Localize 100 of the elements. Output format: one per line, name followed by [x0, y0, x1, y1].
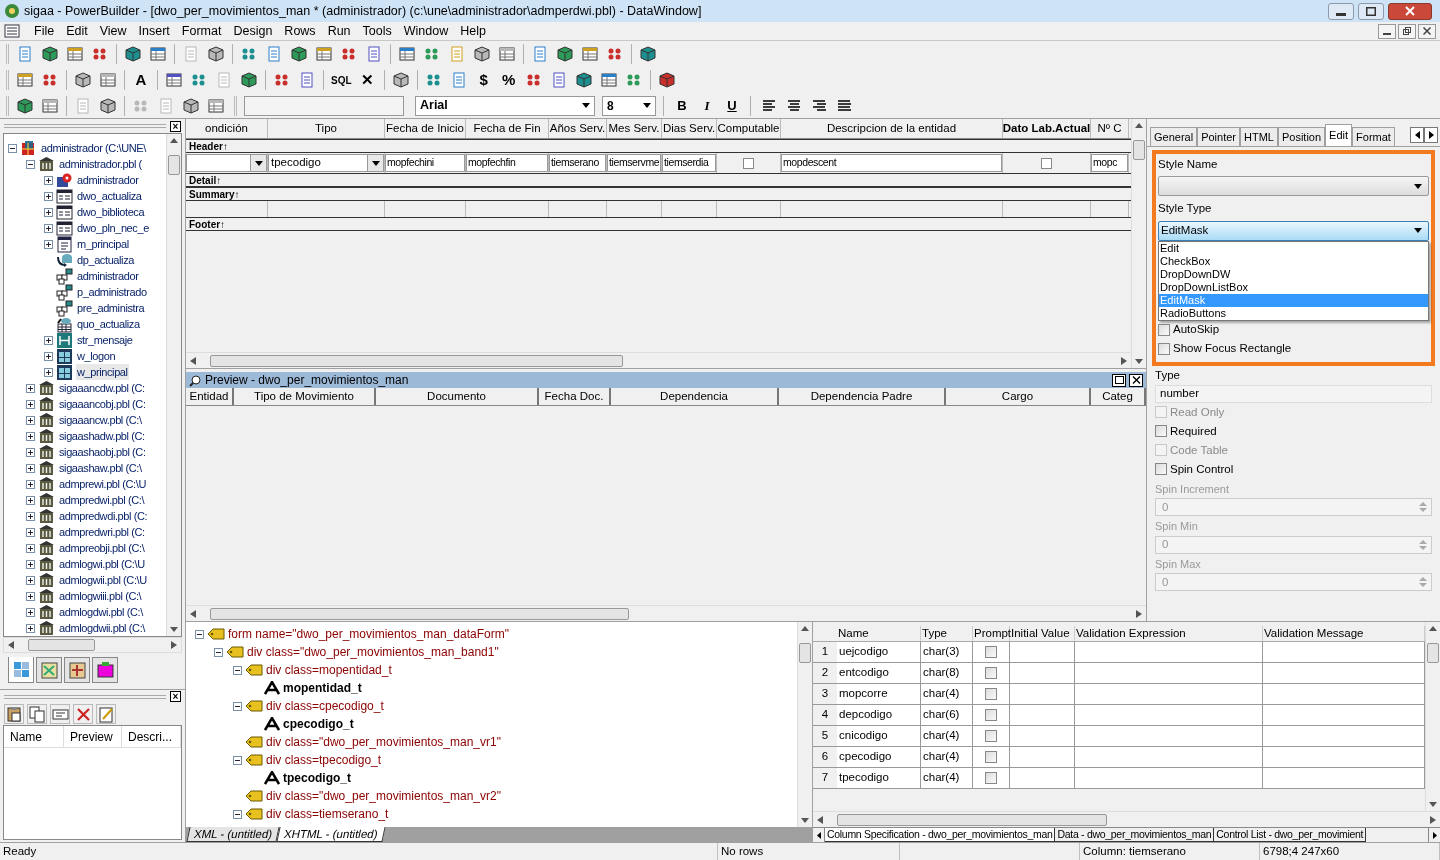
tree-item[interactable]: m_principal: [76, 235, 130, 253]
style-button[interactable]: I: [696, 94, 718, 117]
menu-item[interactable]: Run: [321, 21, 357, 41]
tab[interactable]: XML - (untitled): [186, 827, 280, 842]
tab[interactable]: Edit: [1325, 124, 1353, 146]
tree-item[interactable]: admpredwdi.pbl (C:: [58, 507, 149, 525]
tree-item[interactable]: admlogwiii.pbl (C:\: [58, 587, 143, 605]
xml-node[interactable]: form name="dwo_per_movimientos_man_dataForm": [228, 625, 509, 643]
tab[interactable]: Column Specification - dwo_per_movimientos_man: [825, 828, 1056, 842]
tree-item[interactable]: admlogdwi.pbl (C:\: [58, 603, 144, 621]
tab[interactable]: General: [1150, 127, 1198, 146]
tree-item[interactable]: admlogwii.pbl (C:\U: [58, 571, 148, 589]
tree-item[interactable]: admlogdwii.pbl (C:\: [58, 619, 146, 636]
column-label: Años Serv.: [549, 120, 606, 136]
tree-item[interactable]: admpredwri.pbl (C:: [58, 523, 146, 541]
style-button[interactable]: B: [671, 94, 693, 117]
column-header[interactable]: Type: [921, 626, 973, 641]
dropdown-option[interactable]: RadioButtons: [1159, 306, 1428, 320]
tab[interactable]: Position: [1277, 127, 1326, 146]
tree-item[interactable]: dwo_biblioteca: [76, 203, 146, 221]
tree-item[interactable]: admlogwi.pbl (C:\U: [58, 555, 146, 573]
tree-item[interactable]: dwo_pln_nec_e: [76, 219, 150, 237]
column-header[interactable]: Name: [837, 626, 921, 641]
tree-item[interactable]: w_logon: [76, 347, 117, 365]
type-field[interactable]: number: [1155, 384, 1432, 403]
toolbar-button[interactable]: %: [497, 69, 520, 91]
font-dropdown[interactable]: Arial: [415, 95, 595, 116]
dropdown-option[interactable]: DropDownListBox: [1159, 280, 1428, 294]
menu-item[interactable]: Tools: [356, 21, 398, 41]
menu-item[interactable]: Format: [175, 21, 228, 41]
tab[interactable]: XHTML - (untitled): [276, 827, 386, 842]
tree-item[interactable]: administrador: [76, 171, 140, 189]
xml-node[interactable]: div class=tiemserano_t: [266, 805, 389, 823]
tree-item[interactable]: dwo_actualiza: [76, 187, 143, 205]
xml-node[interactable]: tpecodigo_t: [283, 769, 351, 787]
toolbar-button[interactable]: $: [472, 69, 495, 91]
style-button[interactable]: U: [721, 94, 743, 117]
xml-node[interactable]: div class=cpecodigo_t: [266, 697, 384, 715]
tab[interactable]: HTML: [1240, 127, 1278, 146]
tree-item[interactable]: str_mensaje: [76, 331, 134, 349]
xml-node[interactable]: mopentidad_t: [283, 679, 362, 697]
band-label[interactable]: Detail↑: [189, 172, 222, 188]
dropdown-option[interactable]: CheckBox: [1159, 254, 1428, 268]
preview-title: Preview - dwo_per_movimientos_man: [205, 372, 410, 389]
column-header[interactable]: Prompt: [973, 626, 1010, 641]
tree-item[interactable]: administrador: [76, 267, 140, 285]
tree-item[interactable]: p_administrado: [76, 283, 148, 301]
dropdown-option[interactable]: Edit: [1159, 241, 1428, 255]
xml-node[interactable]: cpecodigo_t: [283, 715, 354, 733]
dropdown-option[interactable]: DropDownDW: [1159, 267, 1428, 281]
toolbar-button[interactable]: SQL: [329, 69, 354, 91]
tab[interactable]: Control List - dwo_per_movimient: [1214, 828, 1367, 842]
xml-node[interactable]: div class="dwo_per_movimientos_man_vr2": [266, 787, 501, 805]
row-number: 4: [820, 707, 830, 723]
xml-node[interactable]: div class=mopentidad_t: [266, 661, 392, 679]
tree-item[interactable]: sigaashaobj.pbl (C:: [58, 443, 147, 461]
menu-item[interactable]: Insert: [132, 21, 176, 41]
column-label: Dias Serv.: [662, 120, 716, 136]
tree-item[interactable]: admpreobji.pbl (C:\: [58, 539, 146, 557]
table-cell: char(6): [921, 705, 973, 725]
close-button[interactable]: ×: [170, 691, 181, 702]
size-dropdown[interactable]: 8: [602, 95, 656, 116]
tree-item[interactable]: sigaashaw.pbl (C:\: [58, 459, 143, 477]
menu-item[interactable]: Help: [454, 21, 492, 41]
style-type-dropdown[interactable]: EditMask: [1158, 220, 1429, 241]
menu-item[interactable]: Window: [397, 21, 455, 41]
tab[interactable]: Format: [1352, 127, 1395, 146]
column-header[interactable]: Validation Expression: [1075, 626, 1263, 641]
tree-item[interactable]: sigaaancw.pbl (C:\: [58, 411, 143, 429]
column-header[interactable]: Name: [4, 726, 64, 747]
column-header[interactable]: Descri...: [122, 726, 181, 747]
tree-item[interactable]: sigaaancobj.pbl (C:: [58, 395, 147, 413]
menu-item[interactable]: Edit: [60, 21, 94, 41]
band-label[interactable]: Summary↑: [189, 186, 240, 202]
tree-item[interactable]: dp_actualiza: [76, 251, 135, 269]
tree-item[interactable]: sigaaancdw.pbl (C:: [58, 379, 146, 397]
tree-item[interactable]: admpredwi.pbl (C:\: [58, 491, 146, 509]
xml-node[interactable]: div class="dwo_per_movimientos_man_vr1": [266, 733, 501, 751]
tree-item[interactable]: pre_administra: [76, 299, 146, 317]
band-label[interactable]: Header↑: [189, 138, 228, 154]
close-button[interactable]: ×: [170, 120, 181, 132]
toolbar-button[interactable]: A: [130, 69, 152, 91]
toolbar-button[interactable]: ✕: [356, 69, 379, 91]
menu-item[interactable]: Rows: [278, 21, 322, 41]
xml-node[interactable]: div class="dwo_per_movimientos_man_band1": [247, 643, 499, 661]
menu-item[interactable]: Design: [227, 21, 279, 41]
xml-node[interactable]: div class=tpecodigo_t: [266, 751, 382, 769]
menu-item[interactable]: View: [93, 21, 133, 41]
tree-item[interactable]: admprewi.pbl (C:\U: [58, 475, 147, 493]
tree-item[interactable]: administrador (C:\UNE\: [40, 139, 147, 157]
tree-item[interactable]: w_principal: [76, 363, 129, 381]
tree-item[interactable]: quo_actualiza: [76, 315, 141, 333]
tab[interactable]: Data - dwo_per_movimientos_man: [1055, 828, 1215, 842]
tab[interactable]: Pointer: [1197, 127, 1240, 146]
column-header[interactable]: Initial Value: [1010, 626, 1075, 641]
tree-item[interactable]: administrador.pbl (: [58, 155, 143, 173]
band-label[interactable]: Footer↑: [189, 216, 226, 232]
tree-item[interactable]: sigaashadw.pbl (C:: [58, 427, 146, 445]
menu-item[interactable]: File: [28, 21, 61, 41]
column-header[interactable]: Preview: [64, 726, 122, 747]
